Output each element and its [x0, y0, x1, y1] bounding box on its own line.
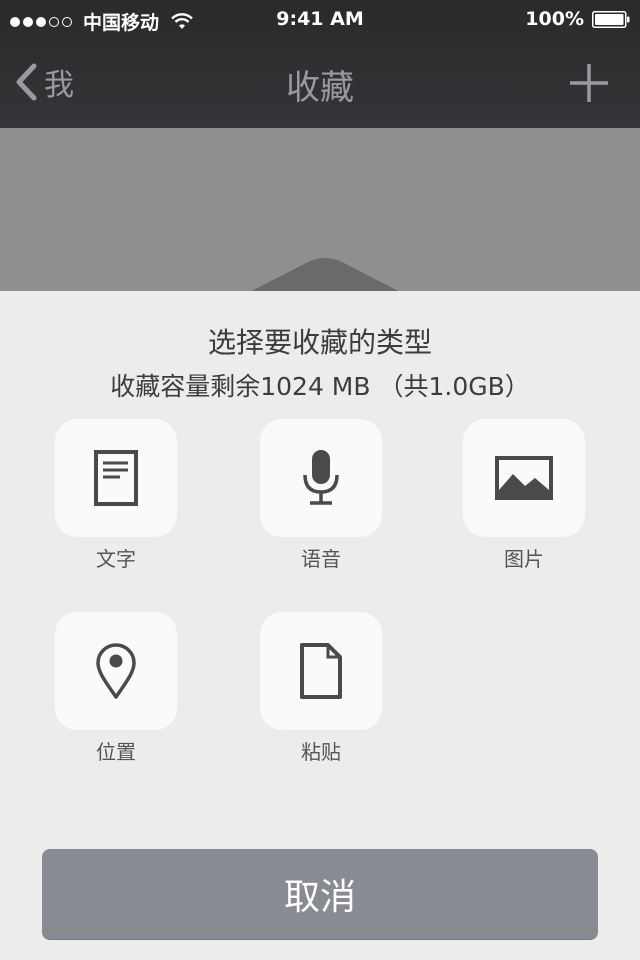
microphone-icon — [303, 450, 339, 505]
battery-percentage: 100% — [525, 8, 584, 30]
option-image[interactable]: 图片 — [463, 419, 585, 572]
option-paste[interactable]: 粘贴 — [260, 612, 382, 765]
option-label: 图片 — [504, 547, 544, 571]
blank-page-icon — [300, 643, 342, 699]
option-location[interactable]: 位置 — [55, 612, 177, 765]
navigation-bar: 我 收藏 — [0, 40, 640, 128]
option-tile[interactable] — [260, 612, 382, 730]
option-text[interactable]: 文字 — [55, 419, 177, 572]
battery-icon — [592, 10, 630, 28]
location-pin-icon — [96, 643, 136, 699]
option-tile[interactable] — [55, 612, 177, 730]
option-tile[interactable] — [463, 419, 585, 537]
document-icon — [94, 450, 138, 506]
status-right: 100% — [525, 8, 630, 30]
option-tile[interactable] — [260, 419, 382, 537]
plus-icon[interactable] — [568, 62, 610, 104]
favorite-type-sheet: 选择要收藏的类型 收藏容量剩余1024 MB （共1.0GB） 文字 语音 图片… — [0, 291, 640, 960]
option-tile[interactable] — [55, 419, 177, 537]
option-label: 位置 — [96, 740, 136, 764]
storage-remaining-text: 收藏容量剩余1024 MB （共1.0GB） — [110, 372, 530, 401]
top-bar: 中国移动 9:41 AM 100% 我 收藏 — [0, 0, 640, 128]
option-label: 语音 — [301, 547, 341, 571]
image-icon — [495, 456, 553, 500]
cancel-button[interactable]: 取消 — [42, 849, 598, 939]
option-voice[interactable]: 语音 — [260, 419, 382, 572]
sheet-title: 选择要收藏的类型 — [207, 326, 432, 359]
status-bar: 中国移动 9:41 AM 100% — [0, 0, 640, 40]
dimmed-content-shape — [250, 258, 400, 292]
page-title: 收藏 — [286, 68, 354, 108]
option-label: 粘贴 — [301, 740, 341, 764]
option-label: 文字 — [96, 547, 136, 571]
